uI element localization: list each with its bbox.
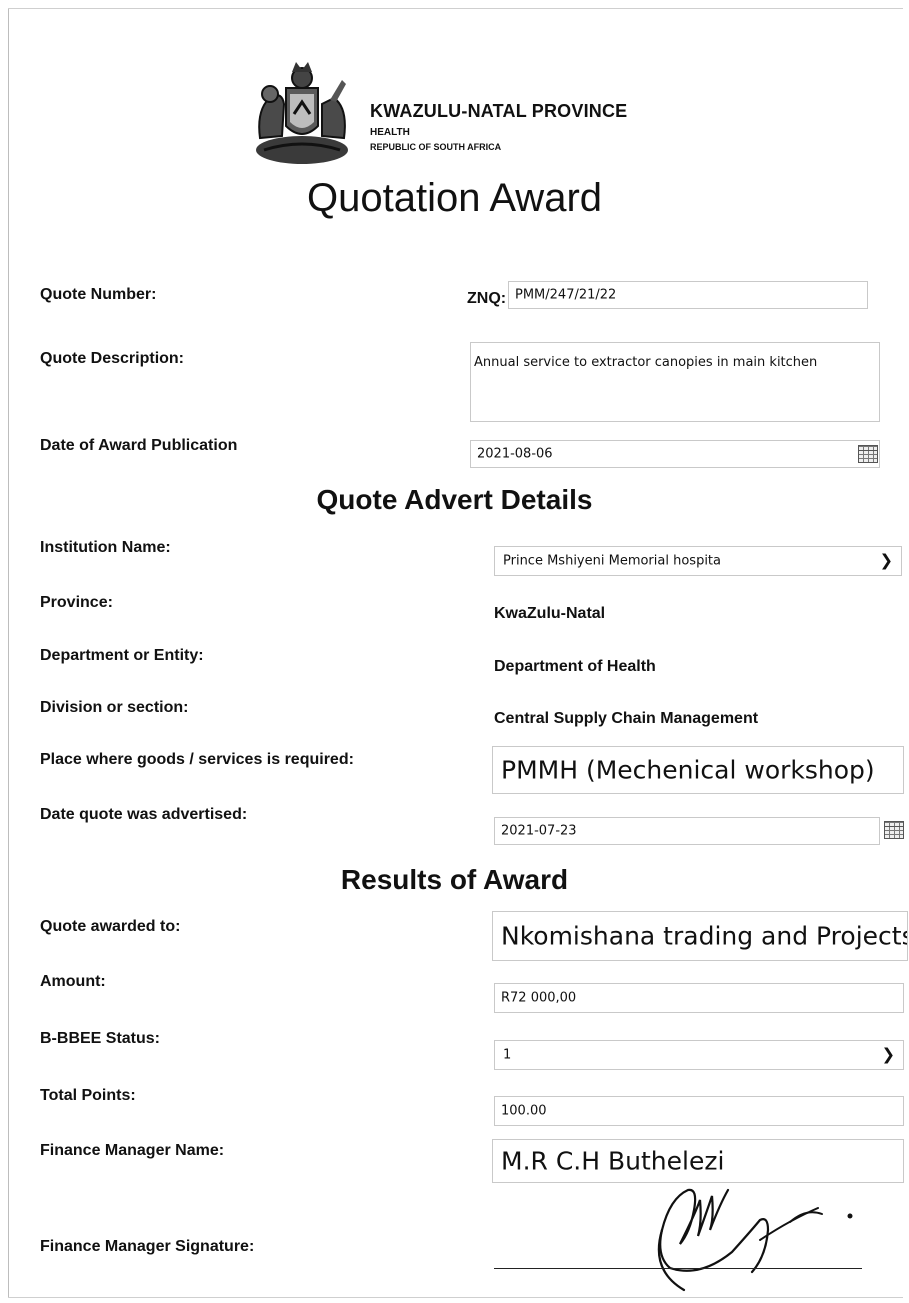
institution-value: Prince Mshiyeni Memorial hospita xyxy=(503,553,721,569)
province-name: KWAZULU-NATAL PROVINCE xyxy=(370,101,628,121)
quote-description-label: Quote Description: xyxy=(40,350,185,367)
award-date-field[interactable]: 2021-08-06 xyxy=(470,440,880,468)
total-points-value: 100.00 xyxy=(501,1103,547,1119)
awarded-to-value: Nkomishana trading and Projects xyxy=(501,921,908,951)
quote-description-value: Annual service to extractor canopies in … xyxy=(474,355,818,370)
coat-of-arms-icon xyxy=(256,62,348,164)
total-points-label: Total Points: xyxy=(40,1087,136,1104)
awarded-to-label: Quote awarded to: xyxy=(40,918,181,935)
department-value: Department of Health xyxy=(494,658,656,675)
calendar-icon[interactable] xyxy=(858,445,878,463)
quote-number-value: PMM/247/21/22 xyxy=(515,287,617,303)
amount-label: Amount: xyxy=(40,973,106,990)
finance-manager-signature-label: Finance Manager Signature: xyxy=(40,1238,255,1255)
total-points-field[interactable]: 100.00 xyxy=(494,1096,904,1126)
division-label: Division or section: xyxy=(40,699,189,716)
handwritten-signature xyxy=(657,1188,853,1292)
page-title: Quotation Award xyxy=(306,176,603,220)
place-value: PMMH (Mechenical workshop) xyxy=(501,755,875,785)
province-value: KwaZulu-Natal xyxy=(494,605,606,622)
place-label: Place where goods / services is required… xyxy=(40,751,354,768)
quote-number-label: Quote Number: xyxy=(40,286,157,303)
quote-number-prefix: ZNQ: xyxy=(467,290,507,307)
quote-description-field[interactable]: Annual service to extractor canopies in … xyxy=(470,342,880,422)
province-label: Province: xyxy=(40,594,113,611)
advertised-date-value: 2021-07-23 xyxy=(501,823,577,839)
page-border-top xyxy=(8,8,903,9)
advertised-date-field[interactable]: 2021-07-23 xyxy=(494,817,880,845)
bbbee-label: B-BBEE Status: xyxy=(40,1030,161,1047)
country-name: REPUBLIC OF SOUTH AFRICA xyxy=(370,142,502,152)
advert-section-heading: Quote Advert Details xyxy=(316,484,593,515)
institution-select[interactable]: Prince Mshiyeni Memorial hospita ❯ xyxy=(494,546,902,576)
place-field[interactable]: PMMH (Mechenical workshop) xyxy=(492,746,904,794)
department-name: HEALTH xyxy=(370,127,410,138)
finance-manager-name-label: Finance Manager Name: xyxy=(40,1142,225,1159)
calendar-icon[interactable] xyxy=(884,821,904,839)
chevron-down-icon: ❯ xyxy=(881,1044,895,1064)
bbbee-value: 1 xyxy=(503,1047,512,1063)
award-date-value: 2021-08-06 xyxy=(477,446,553,462)
signature-line xyxy=(494,1268,862,1269)
awarded-to-field[interactable]: Nkomishana trading and Projects xyxy=(492,911,908,961)
department-label: Department or Entity: xyxy=(40,647,204,664)
quote-number-field[interactable]: PMM/247/21/22 xyxy=(508,281,868,309)
amount-value: R72 000,00 xyxy=(501,990,577,1006)
institution-label: Institution Name: xyxy=(40,539,171,556)
results-section-heading: Results of Award xyxy=(340,864,569,895)
amount-field[interactable]: R72 000,00 xyxy=(494,983,904,1013)
chevron-down-icon: ❯ xyxy=(879,550,893,570)
bbbee-select[interactable]: 1 ❯ xyxy=(494,1040,904,1070)
award-date-label: Date of Award Publication xyxy=(40,437,238,454)
division-value: Central Supply Chain Management xyxy=(494,710,759,727)
advertised-date-label: Date quote was advertised: xyxy=(40,806,248,823)
